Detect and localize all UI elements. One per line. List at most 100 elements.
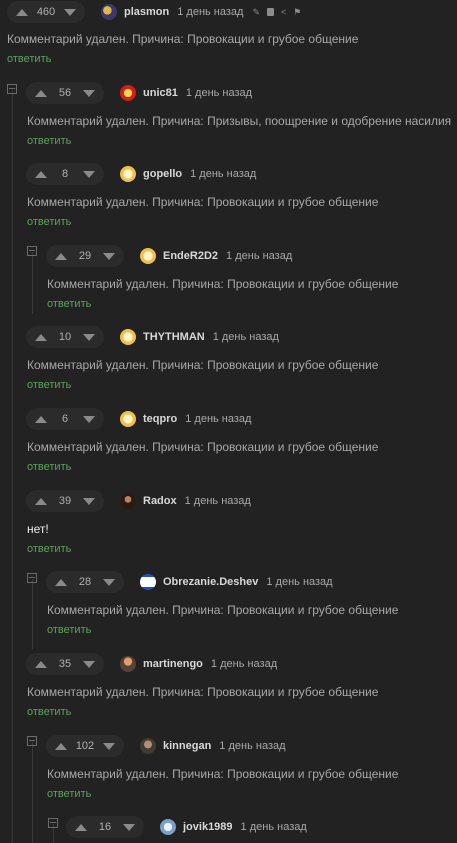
comment-author[interactable]: jovik1989 (183, 821, 233, 833)
arrow-down-icon[interactable] (118, 816, 140, 838)
avatar[interactable] (101, 4, 117, 20)
reply-link[interactable]: ответить (27, 379, 71, 391)
avatar[interactable] (120, 493, 136, 509)
comment-author[interactable]: THYTHMAN (143, 331, 205, 343)
vote-widget: 102 (46, 735, 124, 757)
share-icon[interactable]: < (281, 7, 286, 17)
avatar[interactable] (160, 819, 176, 835)
reply-link[interactable]: ответить (27, 543, 71, 555)
arrow-up-icon[interactable] (30, 82, 52, 104)
vote-widget: 6 (26, 408, 104, 430)
reply-link[interactable]: ответить (27, 135, 71, 147)
comment-time[interactable]: 1 день назад (219, 740, 285, 752)
avatar[interactable] (140, 574, 156, 590)
arrow-down-icon[interactable] (59, 1, 81, 23)
vote-widget: 39 (26, 490, 104, 512)
vote-widget: 460 (7, 1, 85, 23)
arrow-up-icon[interactable] (30, 326, 52, 348)
comment-author[interactable]: plasmon (124, 6, 169, 18)
flag-icon[interactable]: ⚑ (293, 7, 301, 17)
arrow-down-icon[interactable] (98, 571, 120, 593)
comment-text: Комментарий удален. Причина: Провокации … (7, 32, 359, 46)
comment-time[interactable]: 1 день назад (226, 250, 292, 262)
comment-author[interactable]: unic81 (143, 87, 178, 99)
comment-time[interactable]: 1 день назад (177, 6, 243, 18)
arrow-up-icon[interactable] (30, 490, 52, 512)
avatar[interactable] (120, 411, 136, 427)
comment-time[interactable]: 1 день назад (185, 495, 251, 507)
arrow-up-icon[interactable] (30, 408, 52, 430)
avatar[interactable] (120, 166, 136, 182)
reply-link[interactable]: ответить (27, 216, 71, 228)
comment-score: 35 (58, 658, 72, 670)
vote-widget: 28 (46, 571, 124, 593)
vote-widget: 8 (26, 163, 104, 185)
comment-author[interactable]: gopello (143, 168, 182, 180)
avatar[interactable] (120, 329, 136, 345)
collapse-icon[interactable] (27, 246, 37, 256)
reply-link[interactable]: ответить (47, 788, 91, 800)
comment-score: 28 (78, 576, 92, 588)
arrow-down-icon[interactable] (78, 408, 100, 430)
arrow-up-icon[interactable] (50, 571, 72, 593)
reply-link[interactable]: ответить (47, 624, 91, 636)
collapse-icon[interactable] (27, 736, 37, 746)
vote-widget: 29 (46, 245, 124, 267)
comment-author[interactable]: kinnegan (163, 740, 211, 752)
comment-text: Комментарий удален. Причина: Провокации … (47, 603, 399, 617)
save-icon[interactable] (267, 8, 275, 16)
reply-link[interactable]: ответить (27, 461, 71, 473)
comment-time[interactable]: 1 день назад (190, 168, 256, 180)
arrow-down-icon[interactable] (98, 245, 120, 267)
arrow-up-icon[interactable] (50, 245, 72, 267)
comment-author[interactable]: martinengo (143, 658, 203, 670)
arrow-down-icon[interactable] (78, 490, 100, 512)
comment-time[interactable]: 1 день назад (185, 413, 251, 425)
arrow-down-icon[interactable] (78, 163, 100, 185)
comment-author[interactable]: Obrezanie.Deshev (163, 576, 258, 588)
arrow-down-icon[interactable] (78, 326, 100, 348)
comment-time[interactable]: 1 день назад (213, 331, 279, 343)
comment-text: нет! (27, 522, 49, 536)
comment-time[interactable]: 1 день назад (266, 576, 332, 588)
comment-score: 6 (61, 413, 69, 425)
arrow-down-icon[interactable] (98, 735, 120, 757)
thread-line (32, 742, 33, 843)
arrow-down-icon[interactable] (78, 653, 100, 675)
reply-link[interactable]: ответить (27, 706, 71, 718)
comment-text: Комментарий удален. Причина: Провокации … (47, 767, 399, 781)
arrow-up-icon[interactable] (30, 653, 52, 675)
reply-link[interactable]: ответить (7, 53, 51, 65)
collapse-icon[interactable] (27, 573, 37, 583)
avatar[interactable] (120, 85, 136, 101)
thread-line (12, 90, 13, 843)
comment-text: Комментарий удален. Причина: Провокации … (47, 277, 399, 291)
avatar[interactable] (140, 738, 156, 754)
arrow-up-icon[interactable] (50, 735, 72, 757)
arrow-up-icon[interactable] (30, 163, 52, 185)
avatar[interactable] (140, 248, 156, 264)
comment-score: 29 (78, 250, 92, 262)
comment-text: Комментарий удален. Причина: Провокации … (27, 195, 379, 209)
comment-time[interactable]: 1 день назад (186, 87, 252, 99)
comment-author[interactable]: EndeR2D2 (163, 250, 218, 262)
arrow-down-icon[interactable] (78, 82, 100, 104)
arrow-up-icon[interactable] (11, 1, 33, 23)
avatar[interactable] (120, 656, 136, 672)
comment-score: 102 (75, 740, 95, 752)
comment-text: Комментарий удален. Причина: Провокации … (27, 685, 379, 699)
reply-link[interactable]: ответить (47, 298, 91, 310)
comment-score: 10 (58, 331, 72, 343)
collapse-icon[interactable] (48, 818, 58, 828)
comment-score: 39 (58, 495, 72, 507)
comment-time[interactable]: 1 день назад (211, 658, 277, 670)
comment-author[interactable]: Radox (143, 495, 177, 507)
arrow-up-icon[interactable] (70, 816, 92, 838)
comment-author[interactable]: teqpro (143, 413, 177, 425)
comment-score: 16 (98, 821, 112, 833)
collapse-icon[interactable] (7, 84, 17, 94)
edit-icon[interactable]: ✎ (252, 7, 260, 17)
comment-time[interactable]: 1 день назад (241, 821, 307, 833)
vote-widget: 56 (26, 82, 104, 104)
comment-text: Комментарий удален. Причина: Провокации … (27, 358, 379, 372)
